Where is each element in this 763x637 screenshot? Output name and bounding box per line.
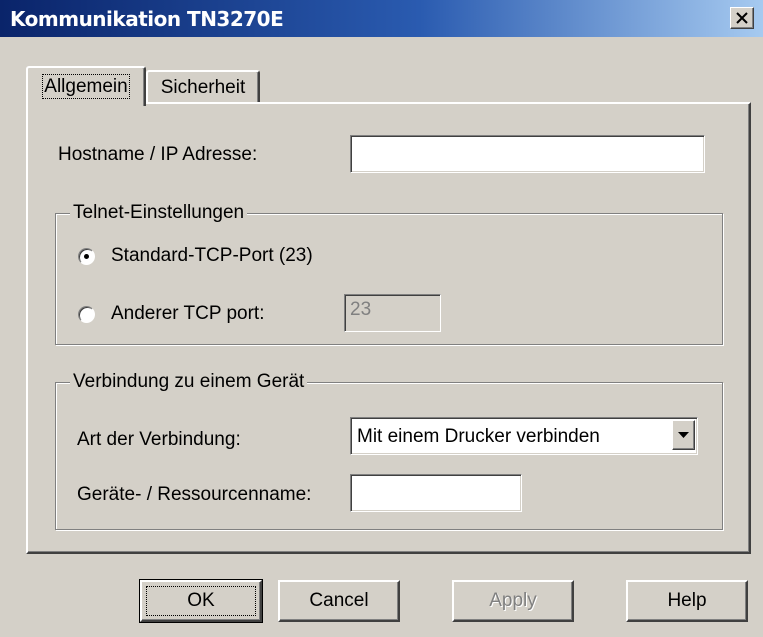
hostname-input[interactable]	[350, 135, 705, 173]
apply-button-label: Apply	[489, 590, 537, 611]
apply-button[interactable]: Apply	[452, 580, 574, 622]
help-button[interactable]: Help	[626, 580, 748, 622]
connection-type-value: Mit einem Drucker verbinden	[357, 426, 600, 447]
ok-button[interactable]: OK	[139, 579, 263, 623]
resource-name-label: Geräte- / Ressourcenname:	[77, 484, 312, 505]
other-port-label[interactable]: Anderer TCP port:	[111, 303, 264, 325]
connection-type-label: Art der Verbindung:	[77, 429, 241, 450]
hostname-label: Hostname / IP Adresse:	[58, 144, 258, 165]
focus-ring	[146, 586, 256, 616]
tab-sicherheit-label: Sicherheit	[160, 77, 246, 98]
tab-allgemein-label: Allgemein	[42, 74, 130, 99]
close-x-icon	[736, 12, 748, 24]
other-port-input[interactable]: 23	[344, 294, 441, 332]
cancel-button[interactable]: Cancel	[278, 580, 400, 622]
radio-selected-dot	[84, 254, 89, 259]
help-button-label: Help	[667, 590, 707, 611]
cancel-button-label: Cancel	[309, 590, 369, 611]
close-button[interactable]	[730, 7, 754, 29]
resource-name-input[interactable]	[350, 474, 522, 512]
other-port-radio[interactable]	[78, 306, 95, 323]
device-connection-legend: Verbindung zu einem Gerät	[70, 371, 308, 393]
window-title: Kommunikation TN3270E	[10, 7, 284, 31]
tn3270e-dialog: Kommunikation TN3270E Allgemein Sicherhe…	[0, 0, 763, 637]
title-bar[interactable]: Kommunikation TN3270E	[0, 0, 763, 37]
tab-sicherheit[interactable]: Sicherheit	[146, 70, 260, 104]
standard-port-radio[interactable]	[78, 248, 95, 265]
dropdown-button[interactable]	[672, 420, 695, 450]
connection-type-select[interactable]: Mit einem Drucker verbinden	[350, 417, 698, 455]
telnet-settings-legend: Telnet-Einstellungen	[70, 202, 248, 224]
other-port-value: 23	[350, 299, 372, 320]
chevron-down-icon	[678, 431, 689, 438]
tab-allgemein[interactable]: Allgemein	[26, 66, 146, 106]
standard-port-label[interactable]: Standard-TCP-Port (23)	[111, 245, 313, 267]
